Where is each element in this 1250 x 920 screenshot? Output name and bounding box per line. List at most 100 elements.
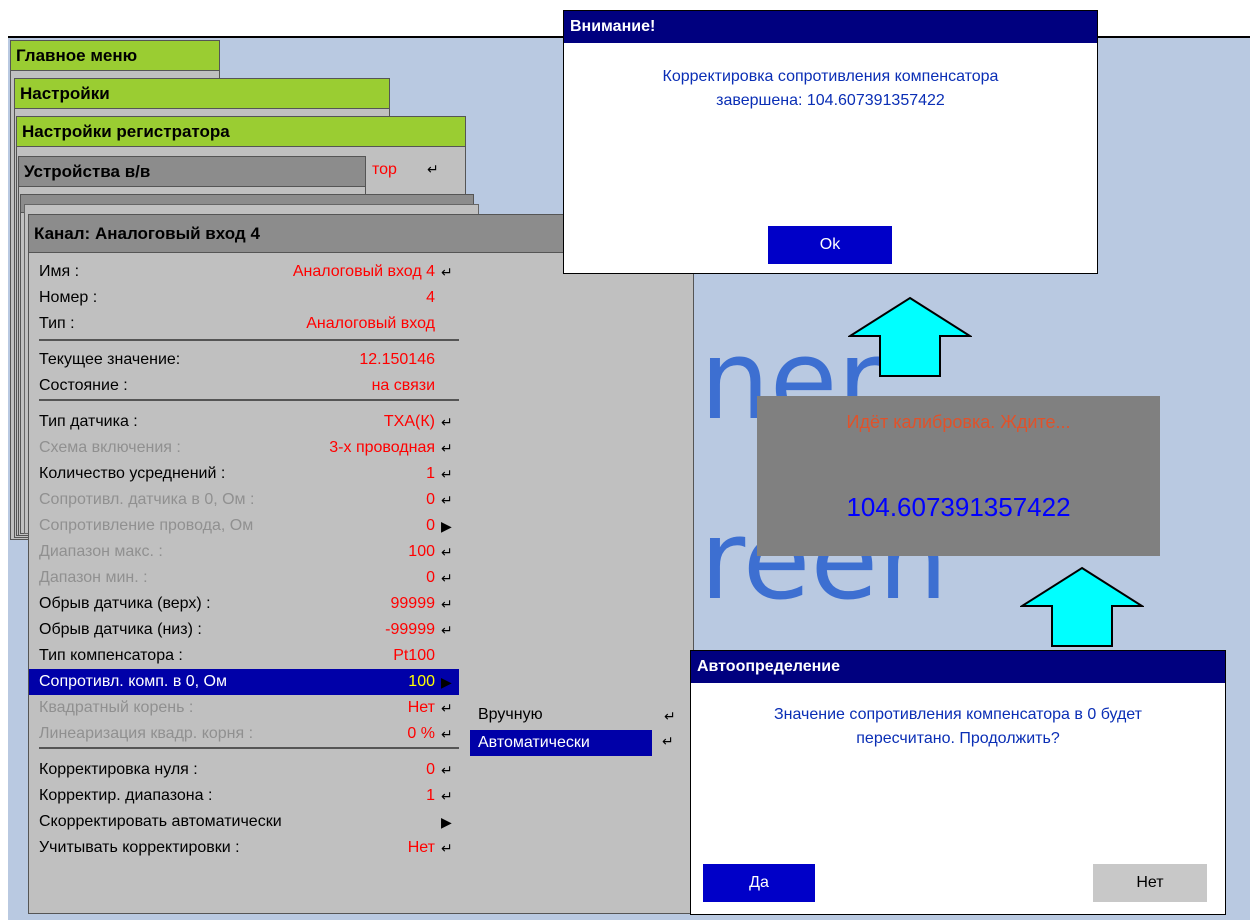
row-range-max[interactable]: Диапазон макс. : 100	[29, 539, 459, 565]
row-value: 1	[426, 465, 435, 482]
divider	[39, 399, 459, 401]
attention-message-line1: Корректировка сопротивления компенсатора	[662, 68, 999, 85]
row-value: 0	[426, 569, 435, 586]
enter-icon[interactable]: ↵	[441, 762, 453, 779]
row-label: Линеаризация квадр. корня :	[39, 725, 254, 742]
row-label: Количество усреднений :	[39, 465, 226, 482]
window-title-settings: Настройки	[15, 79, 389, 109]
autodetect-message-line2: пересчитано. Продолжить?	[856, 730, 1060, 747]
row-sqrt-linearization[interactable]: Линеаризация квадр. корня : 0 %	[29, 721, 459, 747]
row-state[interactable]: Состояние : на связи	[29, 373, 459, 399]
ok-button[interactable]: Ok	[768, 226, 892, 264]
row-label: Скорректировать автоматически	[39, 813, 282, 830]
row-apply-corrections[interactable]: Учитывать корректировки : Нет	[29, 835, 459, 861]
row-sensor-break-high[interactable]: Обрыв датчика (верх) : 99999	[29, 591, 459, 617]
calibration-value: 104.607391357422	[846, 492, 1071, 522]
row-auto-correct[interactable]: Скорректировать автоматически	[29, 809, 459, 835]
enter-icon[interactable]: ↵	[441, 264, 453, 281]
row-label: Номер :	[39, 289, 98, 306]
attention-dialog-title: Внимание!	[564, 11, 1097, 43]
row-label: Учитывать корректировки :	[39, 839, 240, 856]
submenu-item-manual[interactable]: Вручную ↵	[470, 702, 680, 728]
row-square-root[interactable]: Квадратный корень : Нет	[29, 695, 459, 721]
row-label: Состояние :	[39, 377, 128, 394]
attention-message-line2: завершена: 104.607391357422	[716, 92, 945, 109]
row-value: Нет	[407, 699, 435, 716]
row-range-min[interactable]: Дапазон мин. : 0	[29, 565, 459, 591]
row-sensor-type[interactable]: Тип датчика : ТХА(К)	[29, 409, 459, 435]
enter-icon[interactable]: ↵	[441, 440, 453, 457]
submenu-item-manual-label: Вручную	[478, 706, 543, 723]
row-current-value[interactable]: Текущее значение: 12.150146	[29, 347, 459, 373]
window-title-recorder-settings: Настройки регистратора	[17, 117, 465, 147]
row-label: Тип датчика :	[39, 413, 138, 430]
calibration-status: Идёт калибровка. Ждите...	[846, 412, 1071, 432]
row-value: 0	[426, 761, 435, 778]
enter-icon[interactable]: ↵	[441, 622, 453, 639]
row-sensor-break-low[interactable]: Обрыв датчика (низ) : -99999	[29, 617, 459, 643]
enter-icon[interactable]: ↵	[441, 840, 453, 857]
row-label: Диапазон макс. :	[39, 543, 163, 560]
row-label: Текущее значение:	[39, 351, 181, 368]
enter-icon[interactable]: ↵	[441, 466, 453, 483]
row-label: Корректировка нуля :	[39, 761, 198, 778]
enter-icon: ↵	[662, 733, 674, 749]
row-name[interactable]: Имя : Аналоговый вход 4	[29, 259, 459, 285]
row-label: Схема включения :	[39, 439, 181, 456]
row-value: Нет	[407, 839, 435, 856]
calibration-box: Идёт калибровка. Ждите... 104.6073913574…	[757, 396, 1160, 556]
enter-icon: ↵	[427, 161, 439, 177]
row-wire-resistance[interactable]: Сопротивление провода, Ом 0	[29, 513, 459, 539]
play-icon[interactable]: ▶	[441, 814, 452, 831]
enter-icon[interactable]: ↵	[441, 544, 453, 561]
row-value: 0	[426, 491, 435, 508]
row-type[interactable]: Тип : Аналоговый вход	[29, 311, 459, 337]
play-icon[interactable]: ▶	[441, 518, 452, 535]
row-value: 3-х проводная	[329, 439, 435, 456]
enter-icon: ↵	[664, 708, 676, 724]
row-range-correction[interactable]: Корректир. диапазона : 1	[29, 783, 459, 809]
window-title-io-devices: Устройства в/в	[19, 157, 365, 187]
row-label: Корректир. диапазона :	[39, 787, 213, 804]
enter-icon[interactable]: ↵	[441, 570, 453, 587]
row-value: 12.150146	[359, 351, 435, 368]
up-arrow-icon	[1020, 566, 1144, 647]
enter-icon[interactable]: ↵	[441, 596, 453, 613]
row-compensator-type[interactable]: Тип компенсатора : Pt100	[29, 643, 459, 669]
play-icon[interactable]: ▶	[441, 674, 452, 691]
row-wiring-scheme[interactable]: Схема включения : 3-х проводная	[29, 435, 459, 461]
autodetect-dialog-title: Автоопределение	[691, 651, 1225, 683]
no-button[interactable]: Нет	[1093, 864, 1207, 902]
row-compensator-resistance-zero[interactable]: Сопротивл. комп. в 0, Ом 100	[29, 669, 459, 695]
row-label: Сопротивл. комп. в 0, Ом	[39, 673, 227, 690]
enter-icon[interactable]: ↵	[441, 726, 453, 743]
divider	[39, 747, 459, 749]
row-value: 0	[426, 517, 435, 534]
row-label: Обрыв датчика (верх) :	[39, 595, 211, 612]
divider	[39, 339, 459, 341]
row-number[interactable]: Номер : 4	[29, 285, 459, 311]
row-label: Имя :	[39, 263, 80, 280]
row-label: Сопротивл. датчика в 0, Ом :	[39, 491, 255, 508]
row-zero-correction[interactable]: Корректировка нуля : 0	[29, 757, 459, 783]
row-value: Аналоговый вход	[306, 315, 435, 332]
row-value: на связи	[371, 377, 435, 394]
row-label: Тип компенсатора :	[39, 647, 183, 664]
yes-button[interactable]: Да	[703, 864, 815, 902]
attention-dialog: Внимание! Корректировка сопротивления ко…	[563, 10, 1098, 274]
row-value: 99999	[390, 595, 436, 612]
enter-icon[interactable]: ↵	[441, 492, 453, 509]
submenu-item-auto-label: Автоматически	[478, 734, 590, 751]
up-arrow-icon	[848, 296, 972, 377]
enter-icon[interactable]: ↵	[441, 414, 453, 431]
enter-icon[interactable]: ↵	[441, 788, 453, 805]
row-value: Аналоговый вход 4	[292, 263, 435, 280]
row-value: Pt100	[393, 647, 435, 664]
row-sensor-resistance-zero[interactable]: Сопротивл. датчика в 0, Ом : 0	[29, 487, 459, 513]
row-averaging-count[interactable]: Количество усреднений : 1	[29, 461, 459, 487]
row-label: Дапазон мин. :	[39, 569, 148, 586]
enter-icon[interactable]: ↵	[441, 700, 453, 717]
row-value: 1	[426, 787, 435, 804]
submenu-item-auto[interactable]: Автоматически	[470, 730, 652, 756]
autodetect-message-line1: Значение сопротивления компенсатора в 0 …	[773, 706, 1142, 723]
